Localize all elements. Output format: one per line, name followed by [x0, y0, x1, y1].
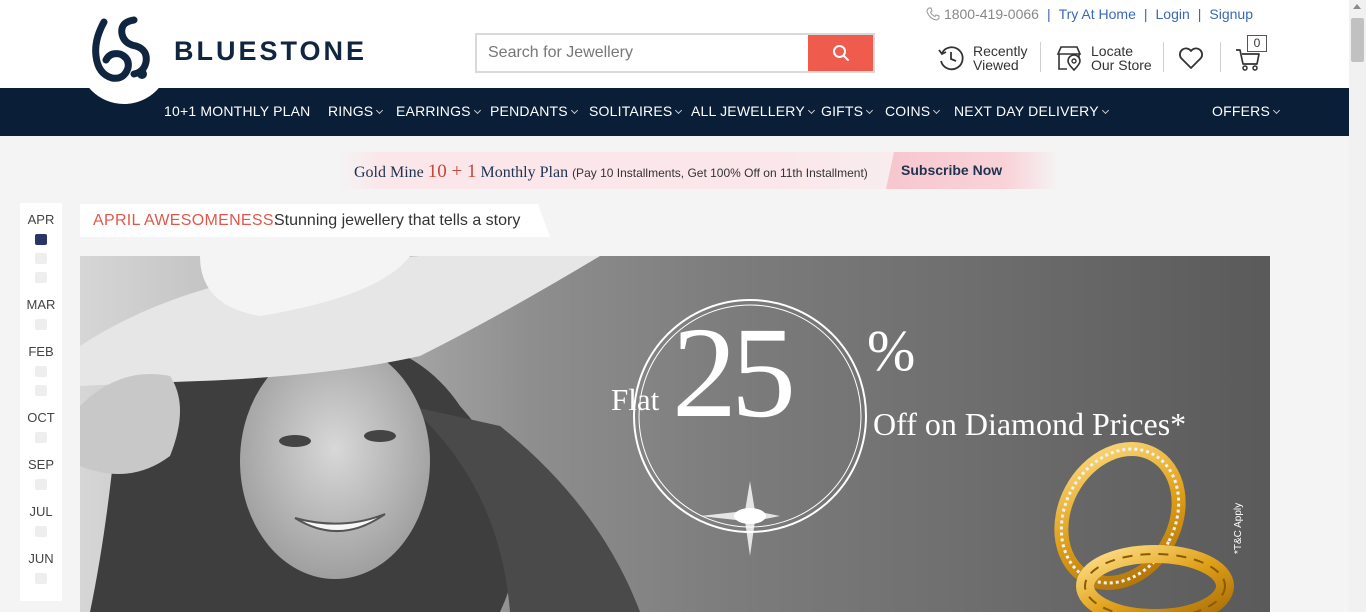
chevron-down-icon — [933, 106, 941, 115]
timeline-dot[interactable] — [35, 385, 47, 396]
scroll-up-arrow-icon[interactable] — [1353, 4, 1361, 9]
divider — [1040, 42, 1041, 72]
timeline-dot[interactable] — [35, 432, 47, 443]
divider — [1220, 42, 1221, 72]
nav-solitaires[interactable]: SOLITAIRES — [589, 88, 683, 136]
recently-viewed-label: Recently Viewed — [973, 43, 1028, 73]
site-header: BLUESTONE 1800-419-0066 | Try At Home | … — [0, 0, 1349, 104]
top-links: 1800-419-0066 | Try At Home | Login | Si… — [926, 6, 1253, 22]
link-separator: | — [1143, 6, 1148, 22]
promo-banner[interactable]: Gold Mine 10 + 1 Monthly Plan (Pay 10 In… — [338, 152, 1058, 189]
subscribe-now-button[interactable]: Subscribe Now — [886, 152, 1058, 189]
logo-badge[interactable] — [78, 0, 170, 104]
terms-note: *T&C Apply — [1233, 502, 1244, 554]
recently-viewed-button[interactable]: Recently Viewed — [937, 42, 1027, 74]
story-heading: APRIL AWESOMENESS: Stunning jewellery th… — [80, 204, 550, 237]
month-label: SEP — [27, 457, 54, 472]
month-label: APR — [27, 212, 55, 227]
hero-flat-text: Flat — [611, 382, 660, 417]
hero-banner[interactable]: Flat 25 % Off on Diamond Prices* *T&C Ap… — [80, 256, 1270, 612]
locate-store-label: Locate Our Store — [1091, 43, 1152, 73]
month-label: JUN — [28, 551, 54, 566]
chevron-down-icon — [1101, 106, 1109, 115]
try-at-home-link[interactable]: Try At Home — [1059, 6, 1136, 22]
search-bar — [475, 33, 875, 73]
chevron-down-icon — [675, 106, 683, 115]
hero-percent-sign: % — [867, 318, 916, 383]
locate-store-button[interactable]: Locate Our Store — [1055, 42, 1152, 74]
month-label: MAR — [26, 297, 56, 312]
link-separator: | — [1046, 6, 1051, 22]
divider — [1163, 42, 1164, 72]
search-button[interactable] — [808, 35, 873, 71]
scrollbar-thumb[interactable] — [1351, 18, 1364, 62]
chevron-down-icon — [1272, 106, 1281, 115]
main-nav: 10+1 MONTHLY PLAN RINGS EARRINGS PENDANT… — [0, 88, 1349, 136]
chevron-down-icon — [807, 106, 815, 115]
page: BLUESTONE 1800-419-0066 | Try At Home | … — [0, 0, 1366, 612]
nav-earrings[interactable]: EARRINGS — [396, 88, 481, 136]
chevron-down-icon — [473, 106, 481, 115]
hero-offer-text: Off on Diamond Prices* — [873, 406, 1187, 442]
chevron-down-icon — [376, 106, 384, 115]
chevron-down-icon — [570, 106, 578, 115]
wishlist-button[interactable] — [1177, 42, 1205, 74]
nav-next-day-delivery[interactable]: NEXT DAY DELIVERY — [954, 88, 1109, 136]
nav-offers[interactable]: OFFERS — [1212, 88, 1281, 136]
timeline-dot[interactable] — [35, 319, 47, 330]
bluestone-logo-icon — [92, 16, 150, 82]
timeline-dot[interactable] — [35, 573, 47, 584]
month-label: FEB — [28, 344, 54, 359]
vertical-scrollbar[interactable] — [1349, 0, 1366, 612]
cart-count-badge: 0 — [1247, 35, 1267, 52]
story-title: APRIL AWESOMENESS: — [93, 212, 279, 229]
chevron-down-icon — [866, 106, 874, 115]
link-separator: | — [1197, 6, 1202, 22]
phone-number: 1800-419-0066 — [943, 6, 1039, 22]
nav-rings[interactable]: RINGS — [328, 88, 384, 136]
promo-text: Gold Mine 10 + 1 Monthly Plan (Pay 10 In… — [354, 161, 868, 182]
month-label: OCT — [27, 410, 55, 425]
heart-icon — [1179, 47, 1203, 69]
phone-icon — [926, 7, 940, 21]
month-timeline: APR MAR FEB OCT SEP JUL JUN — [20, 203, 62, 601]
store-locator-icon — [1056, 46, 1082, 72]
timeline-dot[interactable] — [35, 526, 47, 537]
history-clock-icon — [938, 46, 964, 71]
timeline-dot[interactable] — [35, 253, 47, 264]
brand-name[interactable]: BLUESTONE — [174, 36, 367, 67]
nav-coins[interactable]: COINS — [885, 88, 941, 136]
timeline-dot[interactable] — [35, 479, 47, 490]
search-input[interactable] — [477, 35, 808, 71]
phone-contact[interactable]: 1800-419-0066 — [926, 6, 1039, 22]
timeline-dot-active[interactable] — [35, 234, 47, 245]
signup-link[interactable]: Signup — [1209, 6, 1253, 22]
hero-discount-number: 25 — [672, 301, 796, 445]
nav-gifts[interactable]: GIFTS — [821, 88, 874, 136]
search-icon — [832, 45, 849, 61]
nav-monthly-plan[interactable]: 10+1 MONTHLY PLAN — [164, 88, 310, 136]
timeline-dot[interactable] — [35, 272, 47, 283]
nav-all-jewellery[interactable]: ALL JEWELLERY — [691, 88, 815, 136]
nav-pendants[interactable]: PENDANTS — [490, 88, 578, 136]
timeline-dot[interactable] — [35, 366, 47, 377]
month-label: JUL — [29, 504, 53, 519]
story-subtitle: Stunning jewellery that tells a story — [274, 212, 521, 229]
login-link[interactable]: Login — [1156, 6, 1190, 22]
